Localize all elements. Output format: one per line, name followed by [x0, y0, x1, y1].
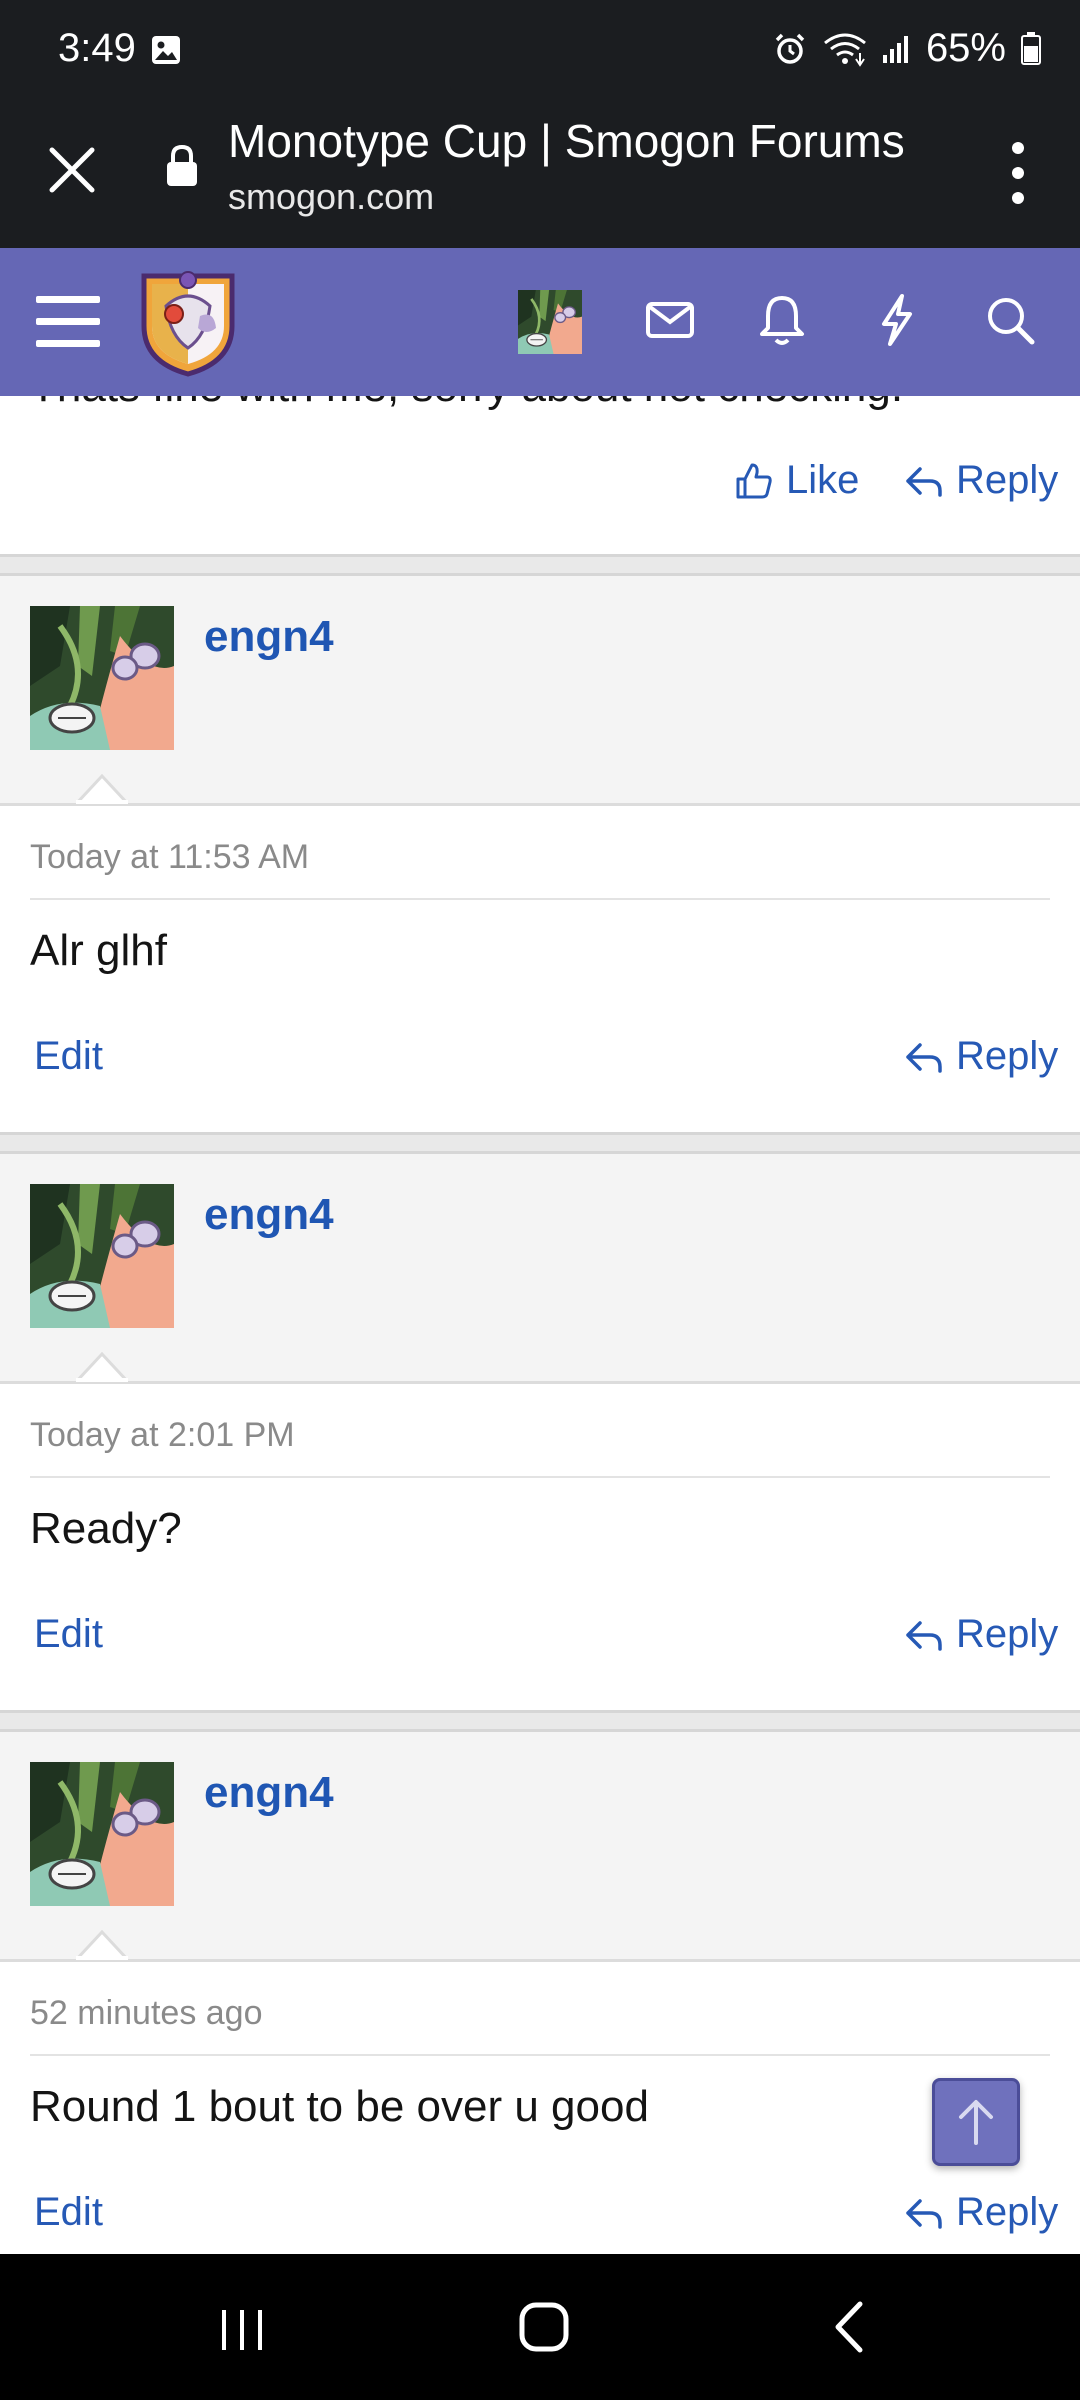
user-block-pointer — [76, 1930, 128, 1960]
reply-icon — [904, 1615, 944, 1655]
user-block-pointer — [76, 1352, 128, 1382]
post-body: Ready? — [30, 1504, 182, 1553]
reply-button[interactable]: Reply — [904, 1612, 1058, 1657]
edit-button[interactable]: Edit — [34, 1034, 103, 1079]
reply-icon — [904, 2193, 944, 2233]
home-icon[interactable] — [504, 2290, 584, 2364]
post-separator — [0, 554, 1080, 576]
post: engn4 Today at 11:53 AM Alr glhf Edit Re… — [0, 554, 1080, 1110]
previous-post-body: Thats fine with me, sorry about not chec… — [30, 396, 903, 412]
post-timestamp[interactable]: Today at 2:01 PM — [30, 1416, 295, 1455]
browser-toolbar: Monotype Cup | Smogon Forums smogon.com — [0, 100, 1080, 248]
divider — [30, 2054, 1050, 2056]
alarm-icon — [772, 31, 808, 67]
arrow-up-icon — [959, 2100, 993, 2145]
edit-button[interactable]: Edit — [34, 1612, 103, 1657]
post: engn4 Today at 2:01 PM Ready? Edit Reply — [0, 1132, 1080, 1688]
username[interactable]: engn4 — [204, 612, 334, 662]
post-body: Alr glhf — [30, 926, 167, 975]
divider — [30, 898, 1050, 900]
like-label: Like — [786, 458, 860, 502]
recent-apps-icon[interactable] — [202, 2290, 282, 2364]
back-icon[interactable] — [810, 2290, 890, 2364]
battery-level: 65% — [925, 26, 1006, 70]
status-time: 3:49 — [58, 26, 136, 70]
wifi-icon — [822, 31, 868, 67]
reply-label: Reply — [956, 2190, 1059, 2234]
post-body: Round 1 bout to be over u good — [30, 2082, 649, 2131]
reply-button[interactable]: Reply — [904, 458, 1058, 503]
close-tab-icon[interactable] — [40, 138, 104, 202]
post-separator — [0, 1710, 1080, 1732]
edit-button[interactable]: Edit — [34, 2190, 103, 2235]
username[interactable]: engn4 — [204, 1190, 334, 1240]
page-domain[interactable]: smogon.com — [228, 176, 434, 218]
smogon-logo[interactable] — [136, 266, 240, 378]
reply-label: Reply — [956, 1612, 1059, 1656]
system-nav-bar — [0, 2254, 1080, 2400]
status-bar: 3:49 65% — [0, 0, 1080, 100]
signal-icon — [882, 33, 912, 65]
reply-label: Reply — [956, 458, 1059, 502]
username[interactable]: engn4 — [204, 1768, 334, 1818]
divider — [30, 1476, 1050, 1478]
edit-label: Edit — [34, 1034, 103, 1078]
reply-button[interactable]: Reply — [904, 2190, 1058, 2235]
post-user-block: engn4 — [0, 1732, 1080, 1962]
scroll-to-top-button[interactable] — [932, 2078, 1020, 2166]
thread-content: Thats fine with me, sorry about not chec… — [0, 396, 1080, 2254]
menu-icon[interactable] — [34, 294, 102, 350]
user-avatar[interactable] — [518, 290, 582, 354]
post: engn4 52 minutes ago Round 1 bout to be … — [0, 1710, 1080, 2254]
reply-button[interactable]: Reply — [904, 1034, 1058, 1079]
avatar[interactable] — [30, 1184, 174, 1328]
thumbs-up-icon — [734, 461, 774, 501]
post-user-block: engn4 — [0, 1154, 1080, 1384]
status-indicators: 65% — [772, 26, 1042, 71]
reply-icon — [904, 461, 944, 501]
user-block-pointer — [76, 774, 128, 804]
page-title[interactable]: Monotype Cup | Smogon Forums — [228, 114, 905, 168]
post-timestamp[interactable]: 52 minutes ago — [30, 1994, 263, 2033]
battery-icon — [1020, 31, 1042, 66]
lock-icon — [164, 144, 200, 193]
gallery-notification-icon — [150, 34, 182, 71]
edit-label: Edit — [34, 1612, 103, 1656]
inbox-icon[interactable] — [638, 288, 702, 352]
post-separator — [0, 1132, 1080, 1154]
more-options-icon[interactable] — [1008, 138, 1028, 208]
post-timestamp[interactable]: Today at 11:53 AM — [30, 838, 309, 877]
avatar[interactable] — [30, 1762, 174, 1906]
reply-icon — [904, 1037, 944, 1077]
reply-label: Reply — [956, 1034, 1059, 1078]
edit-label: Edit — [34, 2190, 103, 2234]
search-icon[interactable] — [978, 288, 1042, 352]
post-user-block: engn4 — [0, 576, 1080, 806]
whats-new-bolt-icon[interactable] — [864, 288, 928, 352]
avatar[interactable] — [30, 606, 174, 750]
like-button[interactable]: Like — [734, 458, 859, 503]
alerts-bell-icon[interactable] — [750, 288, 814, 352]
site-header — [0, 248, 1080, 396]
